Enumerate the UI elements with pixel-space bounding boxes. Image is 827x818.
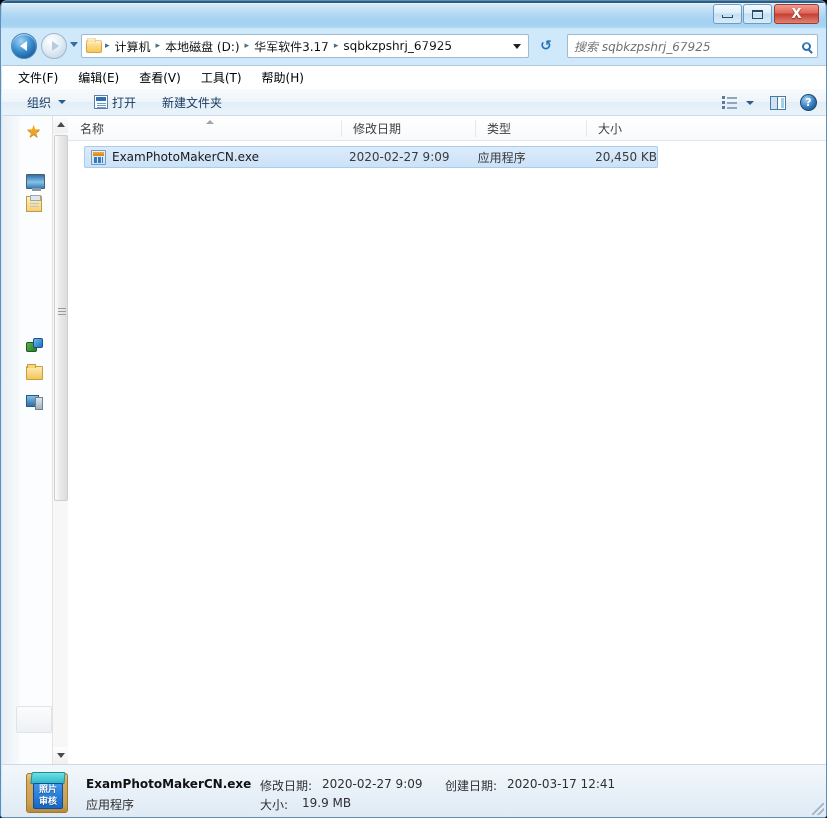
navigation-pane-strip: [2, 116, 20, 764]
scrollbar-grip-icon: [58, 308, 66, 316]
details-type-value: 应用程序: [86, 798, 135, 812]
column-header-row: 名称 修改日期 类型 大小: [68, 116, 826, 141]
address-dropdown-icon[interactable]: [513, 44, 521, 49]
details-file-name: ExamPhotoMakerCN.exe: [86, 777, 252, 791]
breadcrumb-huajun[interactable]: 华军软件3.17: [251, 37, 332, 56]
column-header-name-label: 名称: [80, 121, 105, 136]
column-header-name[interactable]: 名称: [68, 116, 341, 141]
folder-icon: [86, 37, 102, 53]
favorites-star-icon[interactable]: ★: [26, 124, 44, 141]
breadcrumb-separator[interactable]: ▸: [103, 41, 112, 51]
sort-ascending-icon: [206, 119, 214, 124]
recent-pages-dropdown-icon[interactable]: [70, 42, 78, 47]
explorer-window: X ▸ 计算机 ▸ 本地磁盘 (D:) ▸ 华军软件3.17 ▸ sqbkzps…: [0, 0, 827, 818]
breadcrumb-separator[interactable]: ▸: [154, 41, 163, 51]
chevron-down-icon: [58, 100, 67, 104]
toolbar: 组织 打开 新建文件夹 ?: [2, 89, 826, 116]
open-label: 打开: [112, 95, 137, 110]
arrow-left-icon: [19, 41, 27, 51]
details-created-value: 2020-03-17 12:41: [507, 777, 616, 791]
forward-button[interactable]: [41, 33, 67, 59]
breadcrumb-separator[interactable]: ▸: [243, 41, 252, 51]
column-header-size[interactable]: 大小: [586, 116, 686, 141]
arrow-right-icon: [51, 41, 59, 51]
open-button[interactable]: 打开: [87, 91, 143, 114]
computer-icon[interactable]: [26, 394, 43, 410]
column-header-type[interactable]: 类型: [475, 116, 586, 141]
details-size-label: 大小:: [260, 798, 289, 812]
minimize-icon: [722, 14, 733, 18]
desktop-icon[interactable]: [26, 174, 45, 191]
scrollbar-thumb[interactable]: [54, 135, 68, 501]
maximize-icon: [752, 9, 763, 19]
organize-button[interactable]: 组织: [20, 91, 73, 114]
triangle-down-icon: [57, 753, 65, 758]
search-icon: [802, 41, 811, 51]
menu-item-edit[interactable]: 编辑(E): [76, 67, 121, 88]
details-size-value: 19.9 MB: [302, 796, 352, 810]
photo-review-app-icon: 照片 审核: [26, 772, 68, 813]
breadcrumb-computer[interactable]: 计算机: [112, 37, 154, 56]
network-icon[interactable]: [26, 338, 43, 353]
scroll-down-button[interactable]: [53, 747, 69, 764]
close-icon: X: [791, 6, 802, 22]
scroll-up-button[interactable]: [53, 116, 69, 133]
details-created-label: 创建日期:: [445, 779, 498, 793]
application-file-icon: [91, 149, 106, 165]
column-header-type-label: 类型: [487, 121, 512, 136]
documents-icon[interactable]: [26, 195, 42, 212]
table-row[interactable]: ExamPhotoMakerCN.exe 2020-02-27 9:09 应用程…: [84, 146, 658, 168]
open-file-icon: [94, 95, 109, 109]
search-input[interactable]: 搜索 sqbkzpshrj_67925: [574, 38, 802, 55]
navigation-pane-scrollbar[interactable]: [52, 116, 69, 764]
file-size-cell: 20,450 KB: [595, 150, 657, 164]
search-box[interactable]: 搜索 sqbkzpshrj_67925: [567, 34, 818, 58]
change-view-icon[interactable]: [722, 96, 737, 109]
details-modified-label: 修改日期:: [260, 779, 313, 793]
menu-bar: 文件(F) 编辑(E) 查看(V) 工具(T) 帮助(H): [2, 66, 826, 89]
breadcrumb-separator[interactable]: ▸: [332, 41, 341, 51]
file-name-cell: ExamPhotoMakerCN.exe: [112, 150, 259, 164]
organize-label: 组织: [27, 95, 52, 110]
client-area: 文件(F) 编辑(E) 查看(V) 工具(T) 帮助(H) 组织 打开 新建文件…: [2, 65, 826, 817]
preview-pane-icon[interactable]: [770, 95, 786, 110]
close-button[interactable]: X: [774, 4, 819, 24]
file-list-view[interactable]: 名称 修改日期 类型 大小 ExamPhotoMakerCN.exe 2020-…: [68, 116, 826, 764]
triangle-up-icon: [57, 122, 65, 127]
column-header-date[interactable]: 修改日期: [341, 116, 475, 141]
refresh-button[interactable]: ↺: [534, 34, 558, 58]
resize-grip[interactable]: [812, 803, 824, 815]
details-pane: 照片 审核 ExamPhotoMakerCN.exe 修改日期: 2020-02…: [2, 764, 826, 817]
menu-item-tools[interactable]: 工具(T): [199, 67, 244, 88]
new-folder-label: 新建文件夹: [162, 95, 223, 110]
app-icon-badge-line2: 审核: [38, 797, 57, 807]
column-header-size-label: 大小: [598, 121, 623, 136]
help-icon[interactable]: ?: [800, 94, 817, 111]
breadcrumb-current-folder[interactable]: sqbkzpshrj_67925: [340, 38, 455, 54]
menu-item-view[interactable]: 查看(V): [137, 67, 183, 88]
title-bar: X: [1, 1, 826, 30]
navigation-pane-item[interactable]: [16, 706, 52, 733]
minimize-button[interactable]: [713, 4, 742, 24]
toolbar-right-group: ?: [722, 89, 817, 116]
address-bar[interactable]: ▸ 计算机 ▸ 本地磁盘 (D:) ▸ 华军软件3.17 ▸ sqbkzpshr…: [81, 34, 529, 58]
app-icon-badge-line1: 照片: [38, 785, 57, 795]
back-button[interactable]: [11, 33, 37, 59]
app-icon-badge: 照片 审核: [33, 783, 63, 809]
details-modified-value: 2020-02-27 9:09: [322, 777, 423, 791]
view-chevron-down-icon[interactable]: [746, 100, 754, 105]
file-type-cell: 应用程序: [477, 150, 526, 165]
menu-item-file[interactable]: 文件(F): [16, 67, 60, 88]
new-folder-button[interactable]: 新建文件夹: [155, 91, 229, 114]
navigation-row: ▸ 计算机 ▸ 本地磁盘 (D:) ▸ 华军软件3.17 ▸ sqbkzpshr…: [1, 31, 826, 63]
column-header-date-label: 修改日期: [353, 121, 402, 136]
file-date-cell: 2020-02-27 9:09: [349, 150, 450, 164]
breadcrumb-local-disk[interactable]: 本地磁盘 (D:): [162, 37, 242, 56]
refresh-icon: ↺: [540, 38, 552, 54]
menu-item-help[interactable]: 帮助(H): [260, 67, 306, 88]
maximize-button[interactable]: [743, 4, 772, 24]
folder-tree-icon[interactable]: [26, 364, 43, 380]
